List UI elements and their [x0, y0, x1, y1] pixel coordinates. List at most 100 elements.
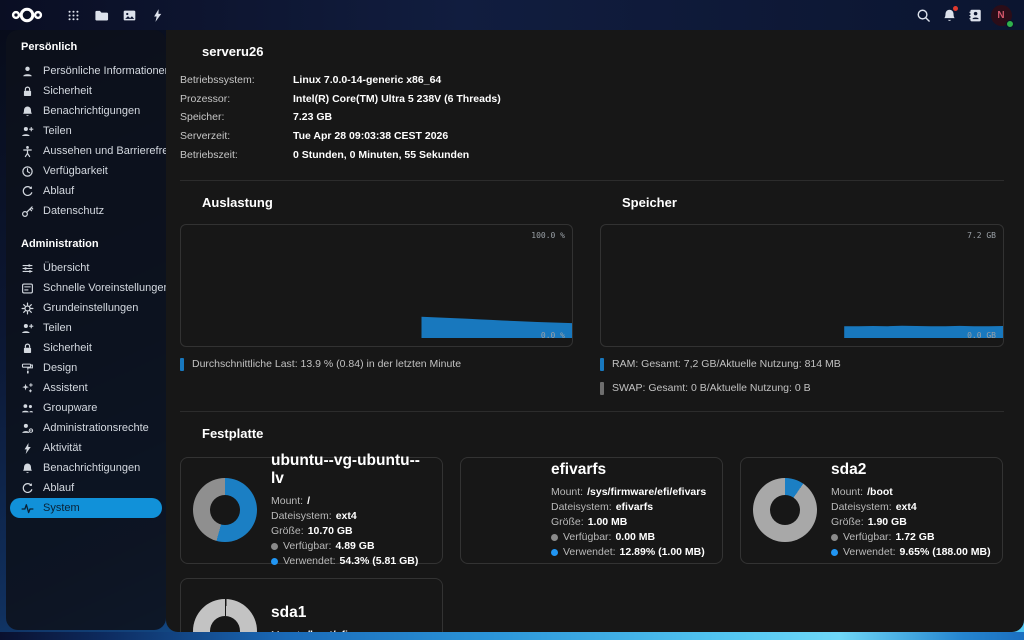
detail-value: / [307, 494, 310, 509]
app-dashboard-button[interactable] [60, 2, 86, 28]
sidebar-item-label: Verfügbarkeit [43, 165, 108, 177]
app-activity-button[interactable] [144, 2, 170, 28]
user-menu-button[interactable]: N [988, 2, 1014, 28]
load-chart: 100.0 % 0.0 % [180, 224, 573, 347]
info-value: Tue Apr 28 09:03:38 CEST 2026 [293, 130, 1004, 142]
legend-label: RAM: Gesamt: 7,2 GB/Aktuelle Nutzung: 81… [612, 358, 841, 370]
detail-label: Verwendet: [843, 545, 896, 560]
disk-detail-line: Dateisystem:ext4 [271, 509, 430, 524]
sidebar-item-label: Teilen [43, 125, 72, 137]
detail-value: 12.89% (1.00 MB) [620, 545, 705, 560]
sidebar-item-label: Aussehen und Barrierefreiheit [43, 145, 166, 157]
server-title: serveru26 [202, 44, 263, 59]
activity-icon [150, 8, 165, 23]
detail-label: Mount: [551, 485, 583, 500]
info-label: Speicher: [180, 111, 293, 123]
sidebar-section-title: Administration [6, 221, 166, 258]
info-value: 0 Stunden, 0 Minuten, 55 Sekunden [293, 149, 1004, 161]
sidebar-item-sicherheit[interactable]: Sicherheit [10, 338, 162, 358]
nextcloud-logo[interactable] [10, 4, 44, 26]
server-info-row: Betriebssystem:Linux 7.0.0-14-generic x8… [180, 71, 1004, 90]
bolt-icon [21, 442, 34, 455]
sidebar-item-übersicht[interactable]: Übersicht [10, 258, 162, 278]
detail-value: /boot [867, 485, 893, 500]
main-content: serveru26 Betriebssystem:Linux 7.0.0-14-… [166, 30, 1024, 632]
user-plus-icon [21, 322, 34, 335]
disk-detail-line: Verfügbar:1.72 GB [831, 530, 990, 545]
sidebar-item-assistent[interactable]: Assistent [10, 378, 162, 398]
sidebar-item-benachrichtigungen[interactable]: Benachrichtigungen [10, 101, 162, 121]
search-icon [916, 8, 931, 23]
disk-usage-donut [193, 599, 257, 632]
legend-dot [831, 549, 838, 556]
sidebar-item-grundeinstellungen[interactable]: Grundeinstellungen [10, 298, 162, 318]
pulse-icon [21, 502, 34, 515]
disk-detail-line: Verwendet: 9.65% (188.00 MB) [831, 545, 990, 560]
lock-icon [21, 85, 34, 98]
sidebar-item-administrationsrechte[interactable]: Administrationsrechte [10, 418, 162, 438]
disk-card-sda1: sda1Mount:/boot/efiDateisystem:vfat [180, 578, 443, 632]
disk-usage-donut [193, 478, 257, 542]
detail-label: Verfügbar: [843, 530, 891, 545]
info-label: Serverzeit: [180, 130, 293, 142]
disk-detail-line: Verwendet:54.3% (5.81 GB) [271, 554, 430, 569]
sidebar-section-title: Persönlich [6, 34, 166, 61]
sidebar-item-label: Administrationsrechte [43, 422, 149, 434]
memory-legend: RAM: Gesamt: 7,2 GB/Aktuelle Nutzung: 81… [600, 358, 1004, 395]
sidebar-item-persönliche-informationen[interactable]: Persönliche Informationen [10, 61, 162, 81]
detail-value: 9.65% (188.00 MB) [900, 545, 991, 560]
desktop-wallpaper-strip [0, 632, 1024, 640]
key-icon [21, 205, 34, 218]
sidebar-item-aktivität[interactable]: Aktivität [10, 438, 162, 458]
info-value: 7.23 GB [293, 111, 1004, 123]
app-files-button[interactable] [88, 2, 114, 28]
detail-label: Mount: [831, 485, 863, 500]
sidebar-item-teilen[interactable]: Teilen [10, 318, 162, 338]
app-photos-button[interactable] [116, 2, 142, 28]
disk-card-efivarfs: efivarfsMount:/sys/firmware/efi/efivarsD… [460, 457, 723, 564]
sidebar-item-ablauf[interactable]: Ablauf [10, 478, 162, 498]
presets-icon [21, 282, 34, 295]
search-button[interactable] [910, 2, 936, 28]
legend-dot [551, 534, 558, 541]
contacts-button[interactable] [962, 2, 988, 28]
sidebar-item-datenschutz[interactable]: Datenschutz [10, 201, 162, 221]
disk-detail-line: Verfügbar:4.89 GB [271, 539, 430, 554]
monitor-icon [180, 196, 194, 210]
sidebar-item-verfügbarkeit[interactable]: Verfügbarkeit [10, 161, 162, 181]
sidebar-item-aussehen-und-barrierefreiheit[interactable]: Aussehen und Barrierefreiheit [10, 141, 162, 161]
sidebar-item-benachrichtigungen[interactable]: Benachrichtigungen [10, 458, 162, 478]
person-gear-icon [21, 422, 34, 435]
sidebar-item-sicherheit[interactable]: Sicherheit [10, 81, 162, 101]
sidebar-item-groupware[interactable]: Groupware [10, 398, 162, 418]
sidebar-item-label: Übersicht [43, 262, 89, 274]
sidebar-item-ablauf[interactable]: Ablauf [10, 181, 162, 201]
sidebar-section: Administration Übersicht Schnelle Voreinst… [6, 221, 166, 518]
header-actions: N [910, 2, 1014, 28]
accessibility-icon [21, 145, 34, 158]
legend-marker [180, 358, 184, 371]
online-status-icon [1006, 20, 1014, 28]
disk-detail-line: Mount: / [271, 494, 430, 509]
detail-label: Mount: [271, 494, 303, 509]
detail-label: Größe: [271, 524, 304, 539]
sliders-icon [21, 262, 34, 275]
server-info-row: Speicher:7.23 GB [180, 108, 1004, 127]
sidebar-item-system[interactable]: System [10, 498, 162, 518]
sidebar-item-design[interactable]: Design [10, 358, 162, 378]
sidebar-item-schnelle-voreinstellungen[interactable]: Schnelle Voreinstellungen [10, 278, 162, 298]
memory-ymax-label: 7.2 GB [967, 231, 996, 240]
load-ymax-label: 100.0 % [531, 231, 565, 240]
server-info-rows: Betriebssystem:Linux 7.0.0-14-generic x8… [180, 71, 1004, 164]
notifications-button[interactable] [936, 2, 962, 28]
info-value: Intel(R) Core(TM) Ultra 5 238V (6 Thread… [293, 93, 1004, 105]
notification-badge [953, 6, 958, 11]
sidebar-item-teilen[interactable]: Teilen [10, 121, 162, 141]
legend-row: SWAP: Gesamt: 0 B/Aktuelle Nutzung: 0 B [600, 382, 1004, 395]
monitor-icon [180, 44, 194, 58]
sidebar-item-label: Benachrichtigungen [43, 105, 140, 117]
detail-label: Dateisystem: [271, 509, 332, 524]
brush-icon [21, 362, 34, 375]
disk-section: Festplatte ubuntu--vg-ubuntu--lvMount:/D… [180, 425, 1004, 632]
sidebar-item-label: Ablauf [43, 482, 74, 494]
